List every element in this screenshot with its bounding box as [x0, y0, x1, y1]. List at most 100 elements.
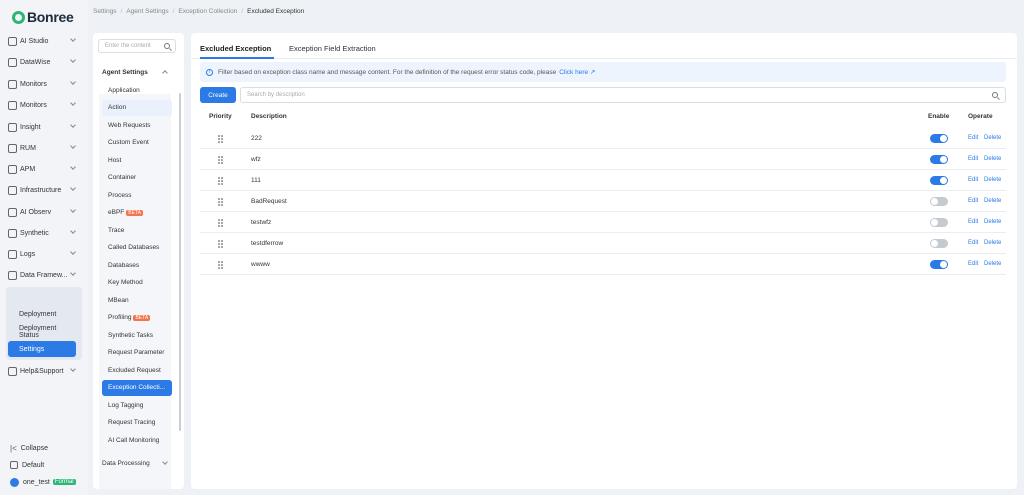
- workspace-label: Default: [22, 461, 45, 469]
- breadcrumb-agent-settings[interactable]: Agent Settings: [126, 8, 168, 15]
- menu-item-action[interactable]: Action: [102, 99, 172, 116]
- menu-item-application[interactable]: Application: [102, 82, 172, 98]
- enable-toggle[interactable]: [930, 218, 948, 227]
- chevron-down-icon: [70, 185, 76, 191]
- left-navigation: Bonree AI Studio DataWise Monitors Monitors…: [0, 0, 88, 495]
- edit-link[interactable]: Edit: [968, 198, 978, 204]
- nav-item-datawise[interactable]: DataWise: [0, 53, 88, 71]
- edit-link[interactable]: Edit: [968, 156, 978, 162]
- menu-item-profiling[interactable]: Profiling BETA: [102, 310, 172, 326]
- column-header-enable: Enable: [928, 113, 950, 120]
- drag-handle-icon[interactable]: [218, 198, 223, 206]
- enable-toggle[interactable]: [930, 155, 948, 164]
- edit-link[interactable]: Edit: [968, 240, 978, 246]
- workspace-default[interactable]: Default: [10, 458, 44, 472]
- menu-item-excluded-request[interactable]: Excluded Request: [102, 362, 172, 378]
- delete-link[interactable]: Delete: [984, 261, 1001, 267]
- nav-item-rum[interactable]: RUM: [0, 139, 88, 157]
- menu-item-ai-call-monitoring[interactable]: AI Call Monitoring: [102, 432, 172, 448]
- create-button[interactable]: Create: [200, 87, 236, 103]
- avatar: [10, 477, 19, 487]
- monitors-icon: [8, 100, 17, 110]
- drag-handle-icon[interactable]: [218, 156, 223, 164]
- agent-settings-group-header[interactable]: Agent Settings: [102, 69, 148, 76]
- collapse-button[interactable]: |< Collapse: [10, 441, 48, 455]
- chevron-down-icon: [70, 228, 76, 234]
- menu-item-request-parameter[interactable]: Request Parameter: [102, 345, 172, 361]
- menu-item-label: Key Method: [108, 279, 143, 286]
- edit-link[interactable]: Edit: [968, 219, 978, 225]
- breadcrumb-settings[interactable]: Settings: [93, 8, 117, 15]
- delete-link[interactable]: Delete: [984, 135, 1001, 141]
- menu-item-databases[interactable]: Databases: [102, 257, 172, 273]
- nav-item-label: Help&Support: [20, 367, 64, 375]
- nav-item-logs[interactable]: Logs: [0, 245, 88, 263]
- menu-item-label: Request Tracing: [108, 419, 156, 426]
- description-search-input[interactable]: Search by description: [240, 87, 1006, 103]
- drag-handle-icon[interactable]: [218, 240, 223, 248]
- click-here-link[interactable]: Click here ↗: [559, 68, 595, 76]
- nav-item-data-framework[interactable]: Data Framew...: [0, 266, 88, 284]
- active-tab-indicator: [200, 57, 274, 59]
- menu-item-custom-event[interactable]: Custom Event: [102, 135, 172, 151]
- edit-link[interactable]: Edit: [968, 135, 978, 141]
- toggle-knob: [940, 135, 947, 142]
- enable-toggle[interactable]: [930, 197, 948, 206]
- enable-toggle[interactable]: [930, 239, 948, 248]
- drag-handle-icon[interactable]: [218, 261, 223, 269]
- menu-item-exception-collecti[interactable]: Exception Collecti...: [102, 379, 172, 396]
- tab-exception-field-extraction[interactable]: Exception Field Extraction: [289, 39, 376, 57]
- table-row: testwfz Edit Delete: [200, 212, 1006, 233]
- enable-toggle[interactable]: [930, 260, 948, 269]
- menu-item-ebpf[interactable]: eBPF BETA: [102, 205, 172, 221]
- menu-item-synthetic-tasks[interactable]: Synthetic Tasks: [102, 327, 172, 343]
- delete-link[interactable]: Delete: [984, 219, 1001, 225]
- submenu-item-deployment[interactable]: Deployment: [8, 306, 76, 322]
- search-icon[interactable]: [992, 92, 998, 98]
- submenu-item-deployment-status[interactable]: Deployment Status: [8, 324, 76, 340]
- nav-item-ai-observ[interactable]: AI Observ: [0, 203, 88, 221]
- menu-search-input[interactable]: Enter the content: [98, 39, 176, 53]
- enable-toggle[interactable]: [930, 176, 948, 185]
- nav-item-ai-studio[interactable]: AI Studio: [0, 32, 88, 50]
- nav-item-monitors[interactable]: Monitors: [0, 96, 88, 114]
- drag-handle-icon[interactable]: [218, 219, 223, 227]
- delete-link[interactable]: Delete: [984, 198, 1001, 204]
- nav-item-insight[interactable]: Insight: [0, 118, 88, 136]
- menu-item-mbean[interactable]: MBean: [102, 292, 172, 308]
- nav-item-monitors[interactable]: Monitors: [0, 75, 88, 93]
- bonree-logo[interactable]: Bonree: [12, 9, 74, 25]
- data-processing-group[interactable]: Data Processing: [102, 460, 150, 467]
- nav-item-synthetic[interactable]: Synthetic: [0, 224, 88, 242]
- breadcrumb-exception-collection[interactable]: Exception Collection: [178, 8, 237, 15]
- menu-item-key-method[interactable]: Key Method: [102, 275, 172, 291]
- menu-item-web-requests[interactable]: Web Requests: [102, 117, 172, 133]
- edit-link[interactable]: Edit: [968, 177, 978, 183]
- menu-item-log-tagging[interactable]: Log Tagging: [102, 397, 172, 413]
- menu-item-process[interactable]: Process: [102, 187, 172, 203]
- menu-item-called-databases[interactable]: Called Databases: [102, 240, 172, 256]
- menu-item-trace[interactable]: Trace: [102, 222, 172, 238]
- nav-item-apm[interactable]: APM: [0, 160, 88, 178]
- menu-item-host[interactable]: Host: [102, 152, 172, 168]
- nav-item-label: APM: [20, 165, 36, 173]
- drag-handle-icon[interactable]: [218, 177, 223, 185]
- tab-excluded-exception[interactable]: Excluded Exception: [200, 39, 271, 57]
- submenu-item-settings[interactable]: Settings: [8, 341, 76, 357]
- nav-item-infrastructure[interactable]: Infrastructure: [0, 181, 88, 199]
- menu-item-container[interactable]: Container: [102, 170, 172, 186]
- row-description: testwfz: [251, 219, 272, 226]
- edit-link[interactable]: Edit: [968, 261, 978, 267]
- delete-link[interactable]: Delete: [984, 177, 1001, 183]
- menu-item-label: Custom Event: [108, 139, 149, 146]
- menu-item-request-tracing[interactable]: Request Tracing: [102, 415, 172, 431]
- monitors-icon: [8, 79, 17, 89]
- delete-link[interactable]: Delete: [984, 156, 1001, 162]
- delete-link[interactable]: Delete: [984, 240, 1001, 246]
- chevron-down-icon: [70, 79, 76, 85]
- nav-item-help-support[interactable]: Help&Support: [0, 362, 88, 380]
- enable-toggle[interactable]: [930, 134, 948, 143]
- drag-handle-icon[interactable]: [218, 135, 223, 143]
- user-profile[interactable]: one_test Formal: [10, 475, 76, 489]
- menu-scrollbar[interactable]: [179, 93, 181, 431]
